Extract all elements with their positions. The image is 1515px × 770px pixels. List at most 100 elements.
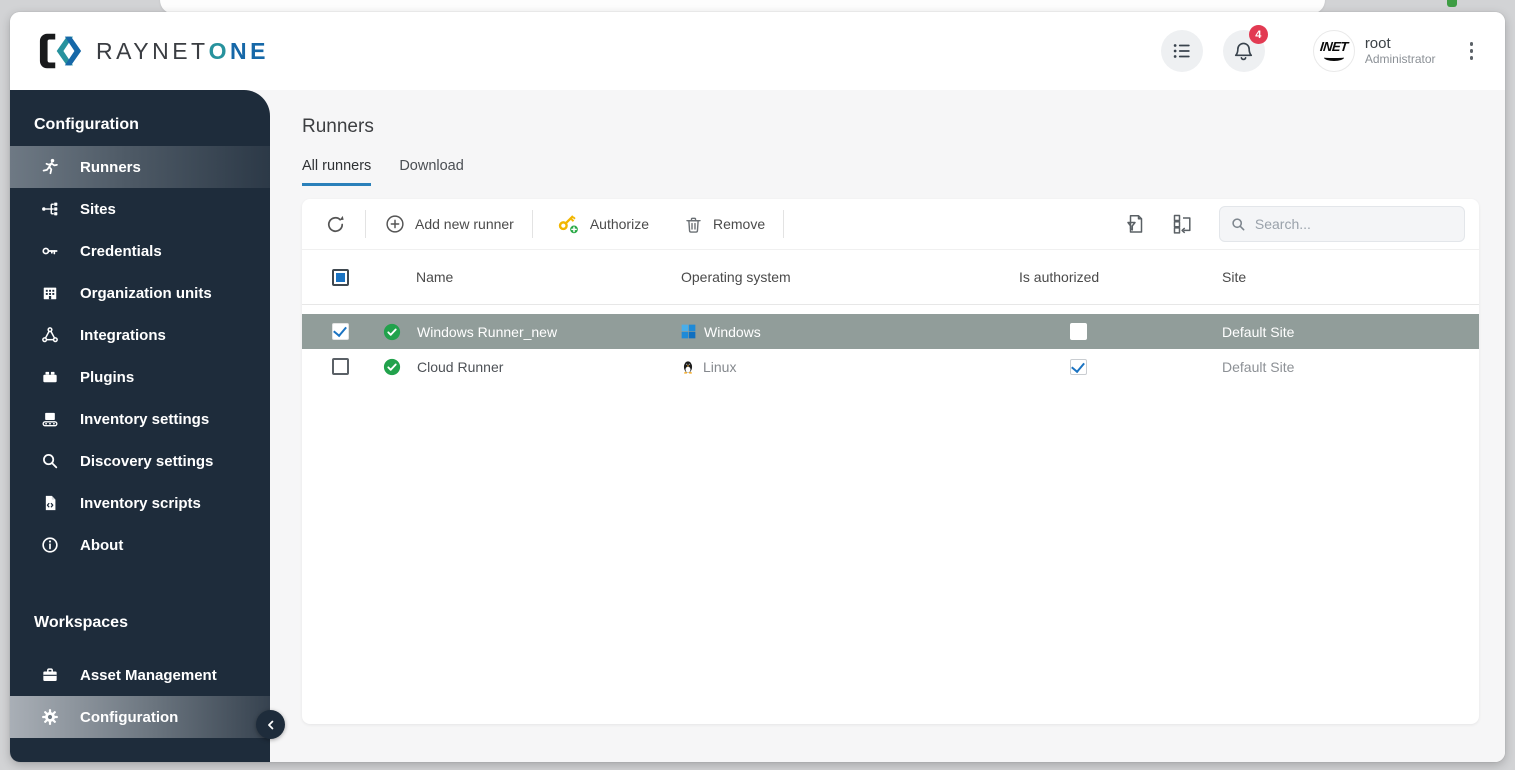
sidebar-item-label: Discovery settings xyxy=(80,453,213,470)
column-header-os[interactable]: Operating system xyxy=(681,269,791,285)
tab-download[interactable]: Download xyxy=(399,158,464,186)
runner-name: Windows Runner_new xyxy=(417,324,557,340)
conveyor-icon xyxy=(40,409,60,429)
sidebar-item-label: Plugins xyxy=(80,369,134,386)
brand-wordmark: RAYNETONE xyxy=(96,38,269,65)
runner-name: Cloud Runner xyxy=(417,359,503,375)
linux-icon xyxy=(681,359,695,375)
filter-export-button[interactable] xyxy=(1123,212,1147,236)
sidebar-item-label: Credentials xyxy=(80,243,162,260)
app-window: RAYNETONE 4 INET xyxy=(10,12,1505,762)
sidebar-item-configuration[interactable]: Configuration xyxy=(10,696,270,738)
main-content: Runners All runners Download xyxy=(270,90,1505,762)
sidebar-item-inventory-settings[interactable]: Inventory settings xyxy=(10,398,270,440)
table-spacer xyxy=(302,305,1479,314)
select-all-checkbox[interactable] xyxy=(332,269,349,286)
sidebar-item-discovery-settings[interactable]: Discovery settings xyxy=(10,440,270,482)
sidebar-item-inventory-scripts[interactable]: Inventory scripts xyxy=(10,482,270,524)
checklist-icon xyxy=(1171,40,1193,62)
info-icon xyxy=(40,535,60,555)
more-options-button[interactable] xyxy=(1464,36,1480,66)
sidebar-item-label: About xyxy=(80,537,123,554)
runner-os: Windows xyxy=(704,324,761,340)
sidebar-item-integrations[interactable]: Integrations xyxy=(10,314,270,356)
authorized-checkbox[interactable] xyxy=(1070,359,1087,375)
app-header: RAYNETONE 4 INET xyxy=(10,12,1505,90)
table-row[interactable]: Cloud Runner Linux Default Site xyxy=(302,349,1479,384)
authorized-checkbox[interactable] xyxy=(1070,323,1087,340)
hub-icon xyxy=(40,325,60,345)
key-icon xyxy=(40,241,60,261)
sidebar: Configuration Runners xyxy=(10,90,270,762)
sidebar-item-credentials[interactable]: Credentials xyxy=(10,230,270,272)
sidebar-collapse-button[interactable] xyxy=(256,710,285,739)
brand-word-o: O xyxy=(209,38,230,64)
user-menu[interactable]: INET root Administrator xyxy=(1313,30,1436,72)
remove-label: Remove xyxy=(713,216,765,232)
sidebar-item-asset-management[interactable]: Asset Management xyxy=(10,654,270,696)
building-icon xyxy=(40,283,60,303)
sidebar-item-label: Inventory settings xyxy=(80,411,209,428)
windows-icon xyxy=(681,324,696,339)
sidebar-item-organization-units[interactable]: Organization units xyxy=(10,272,270,314)
authorize-button[interactable]: Authorize xyxy=(549,206,657,242)
grouping-button[interactable] xyxy=(1171,212,1195,236)
toolbar-divider xyxy=(532,210,533,238)
avatar: INET xyxy=(1313,30,1355,72)
toolbar-divider xyxy=(783,210,784,238)
sidebar-item-label: Inventory scripts xyxy=(80,495,201,512)
trash-icon xyxy=(683,214,704,235)
runner-icon xyxy=(40,157,60,177)
refresh-button[interactable] xyxy=(316,207,355,242)
toolbar: Add new runner xyxy=(302,199,1479,250)
briefcase-icon xyxy=(40,665,60,685)
tabs: All runners Download xyxy=(302,158,1505,186)
remove-button[interactable]: Remove xyxy=(675,208,773,241)
brand-word-raynet: RAYNET xyxy=(96,38,209,64)
plus-circle-icon xyxy=(384,213,406,235)
tab-all-runners[interactable]: All runners xyxy=(302,158,371,186)
plugin-brick-icon xyxy=(40,367,60,387)
magnifier-icon xyxy=(40,451,60,471)
row-checkbox[interactable] xyxy=(332,358,349,375)
table-row[interactable]: Windows Runner_new Windows Default Site xyxy=(302,314,1479,349)
sidebar-item-about[interactable]: About xyxy=(10,524,270,566)
add-new-runner-button[interactable]: Add new runner xyxy=(376,207,522,241)
status-online-icon xyxy=(383,323,401,341)
toolbar-right xyxy=(1123,206,1465,242)
refresh-icon xyxy=(324,213,347,236)
table-header: Name Operating system Is authorized Site xyxy=(302,250,1479,305)
notifications-button[interactable]: 4 xyxy=(1223,30,1265,72)
sidebar-section-configuration: Configuration xyxy=(10,108,270,142)
avatar-arc xyxy=(1324,54,1344,61)
row-checkbox[interactable] xyxy=(332,323,349,340)
user-name: root xyxy=(1365,35,1436,52)
workspace-items: Asset Management xyxy=(10,654,270,738)
bell-icon xyxy=(1232,40,1255,63)
authorize-key-icon xyxy=(557,212,581,236)
column-header-authorized[interactable]: Is authorized xyxy=(1019,269,1099,285)
sidebar-item-sites[interactable]: Sites xyxy=(10,188,270,230)
user-meta: root Administrator xyxy=(1365,35,1436,66)
user-role: Administrator xyxy=(1365,53,1436,67)
task-list-button[interactable] xyxy=(1161,30,1203,72)
avatar-text: INET xyxy=(1319,41,1348,53)
column-header-site[interactable]: Site xyxy=(1222,269,1246,285)
sidebar-item-runners[interactable]: Runners xyxy=(10,146,270,188)
filter-document-icon xyxy=(1123,212,1147,236)
header-actions: 4 INET root Administrator xyxy=(1161,30,1479,72)
brand-logo: RAYNETONE xyxy=(38,31,269,71)
status-online-icon xyxy=(383,358,401,376)
brand-word-ne: NE xyxy=(230,38,269,64)
search-icon xyxy=(1230,215,1247,234)
sidebar-item-plugins[interactable]: Plugins xyxy=(10,356,270,398)
column-header-name[interactable]: Name xyxy=(416,269,453,285)
sidebar-item-label: Configuration xyxy=(80,709,178,726)
script-file-icon xyxy=(40,493,60,513)
browser-extension-dot xyxy=(1447,0,1457,7)
sidebar-item-label: Integrations xyxy=(80,327,166,344)
search-input[interactable] xyxy=(1255,216,1454,232)
brand-logo-icon xyxy=(38,31,84,71)
sidebar-item-label: Organization units xyxy=(80,285,212,302)
add-new-runner-label: Add new runner xyxy=(415,216,514,232)
